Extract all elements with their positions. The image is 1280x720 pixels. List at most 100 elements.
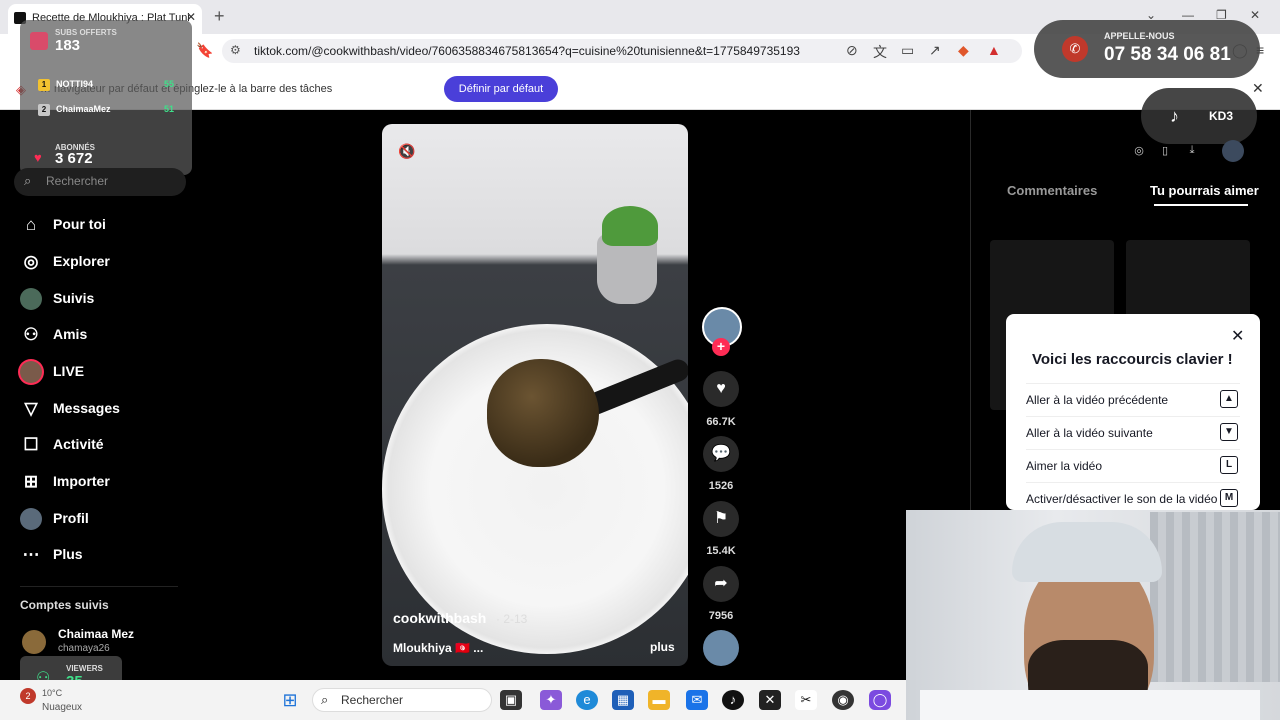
phone-number: 07 58 34 06 81 <box>1104 44 1231 65</box>
nav-label: LIVE <box>53 363 85 379</box>
nav-explorer[interactable]: ◎ Explorer <box>20 249 190 279</box>
capcut-icon[interactable]: ✕ <box>759 690 781 710</box>
bookmark-icon[interactable]: 🔖 <box>196 42 213 59</box>
taskbar-search-placeholder: Rechercher <box>341 693 404 707</box>
nav-label: Explorer <box>53 253 110 269</box>
phone-icon: ✆ <box>1062 36 1088 62</box>
window-close-icon[interactable]: ✕ <box>1250 8 1260 22</box>
following-handle: chamaya26 <box>58 643 110 654</box>
following-title: Comptes suivis <box>20 598 109 612</box>
store-icon[interactable]: ▦ <box>612 690 634 710</box>
live-icon <box>20 361 42 383</box>
nav-plus[interactable]: ⋯ Plus <box>20 542 190 572</box>
video-plant <box>602 206 658 246</box>
download-icon[interactable]: ⤓ <box>1182 144 1202 160</box>
editor-icon[interactable]: ✂ <box>795 690 817 710</box>
webcam-background-window <box>1150 512 1280 682</box>
webcam-person-shirt <box>920 690 1260 720</box>
subs-label: SUBS OFFERTS <box>55 28 117 37</box>
shortcut-row: Aller à la vidéo suivante ▼ <box>1026 416 1240 448</box>
share-icon[interactable]: ↗ <box>929 42 941 59</box>
tab-suggested[interactable]: Tu pourrais aimer <box>1150 183 1259 198</box>
more-link[interactable]: plus <box>650 640 675 654</box>
mute-icon[interactable]: 🔇 <box>398 143 415 160</box>
avatar[interactable] <box>1222 140 1244 162</box>
outlook-icon[interactable]: ✉ <box>686 690 708 710</box>
nav-label: Suivis <box>53 290 95 306</box>
nav-activite[interactable]: ☐ Activité <box>20 432 190 462</box>
tab-comments[interactable]: Commentaires <box>1007 183 1097 198</box>
shortcut-label: Aller à la vidéo précédente <box>1026 393 1169 407</box>
video-date: · 2-13 <box>496 612 528 626</box>
close-icon[interactable]: ✕ <box>1231 326 1244 346</box>
compass-icon: ◎ <box>23 252 39 271</box>
following-name[interactable]: Chaimaa Mez <box>58 627 134 641</box>
upload-icon: ⊞ <box>23 472 39 491</box>
webcam-person-cap <box>1012 522 1162 582</box>
avatar[interactable] <box>22 630 46 654</box>
folder-icon[interactable]: ▬ <box>648 690 670 710</box>
edge-icon[interactable]: e <box>576 690 598 710</box>
cast-icon[interactable]: ▭ <box>901 42 914 59</box>
bookmark-save-icon[interactable]: ⚑ <box>703 501 739 537</box>
device-icon[interactable]: ▯ <box>1155 144 1175 160</box>
translate-icon[interactable]: 文 <box>873 42 887 62</box>
comment-icon[interactable]: 💬 <box>703 436 739 472</box>
shortcut-label: Aimer la vidéo <box>1026 459 1103 473</box>
video-player[interactable] <box>382 124 688 666</box>
like-count: 66.7K <box>706 416 736 428</box>
comment-count: 1526 <box>708 480 734 492</box>
reader-icon[interactable]: ⊘ <box>846 42 858 59</box>
video-caption: Mloukhiya 🇹🇳 ... <box>393 641 484 655</box>
site-info-icon[interactable]: ⚙ <box>230 43 241 57</box>
rank-badge: 2 <box>38 104 50 116</box>
nav-amis[interactable]: ⚇ Amis <box>20 322 190 352</box>
shortcut-row: Aimer la vidéo L <box>1026 449 1240 481</box>
obs-icon[interactable]: ◉ <box>832 690 854 710</box>
windows-start-icon[interactable]: ⊞ <box>279 690 301 710</box>
infobar-close-icon[interactable]: ✕ <box>1252 80 1264 97</box>
brave-shield-icon[interactable]: ◆ <box>958 42 969 59</box>
video-author[interactable]: cookwithbash <box>393 610 486 626</box>
nav-messages[interactable]: ▽ Messages <box>20 396 190 426</box>
tiktok-app-icon[interactable]: ♪ <box>722 690 744 710</box>
music-disc-icon[interactable] <box>703 630 739 666</box>
task-view-icon[interactable]: ▣ <box>500 690 522 710</box>
leaderboard-name: ChaimaaMez <box>56 104 111 114</box>
tiktok-logo-icon: ♪ <box>1170 106 1179 126</box>
nav-live[interactable]: LIVE <box>20 359 190 389</box>
rewards-icon[interactable]: ▲ <box>987 42 1001 58</box>
arrow-up-key-icon: ▲ <box>1220 390 1238 408</box>
nav-label: Activité <box>53 436 104 452</box>
friends-icon: ⚇ <box>23 325 39 344</box>
save-count: 15.4K <box>706 545 736 557</box>
phone-label: APPELLE-NOUS <box>1104 31 1175 41</box>
subs-count: 183 <box>55 37 81 54</box>
activity-icon: ☐ <box>23 435 39 454</box>
new-tab-icon[interactable]: + <box>214 6 225 27</box>
kd3-label: KD3 <box>1209 109 1234 123</box>
abonnes-count: 3 672 <box>55 150 93 167</box>
kd3-overlay <box>1141 88 1257 144</box>
key-m-icon: M <box>1220 489 1238 507</box>
compass-small-icon[interactable]: ◎ <box>1129 144 1149 160</box>
nav-importer[interactable]: ⊞ Importer <box>20 469 190 499</box>
shortcut-row: Aller à la vidéo précédente ▲ <box>1026 383 1240 415</box>
weather-icon[interactable]: 2 <box>20 688 36 704</box>
nav-suivis[interactable]: Suivis <box>20 286 190 316</box>
app-icon[interactable]: ◯ <box>869 690 891 710</box>
share-arrow-icon[interactable]: ➦ <box>703 566 739 602</box>
nav-label: Profil <box>53 510 89 526</box>
nav-profil[interactable]: Profil <box>20 506 190 536</box>
search-placeholder: Rechercher <box>46 174 109 188</box>
share-count: 7956 <box>708 610 734 622</box>
active-tab-underline <box>1154 204 1248 206</box>
viewers-label: VIEWERS <box>66 664 103 673</box>
follow-plus-icon[interactable]: + <box>712 338 730 356</box>
set-default-button[interactable]: Définir par défaut <box>444 76 558 102</box>
like-icon[interactable]: ♥ <box>703 371 739 407</box>
nav-pour-toi[interactable]: ⌂ Pour toi <box>20 212 190 242</box>
copilot-icon[interactable]: ✦ <box>540 690 562 710</box>
search-input[interactable]: ⌕ Rechercher <box>14 168 186 196</box>
leaderboard-row: 1 NOTTI94 55 <box>38 79 188 91</box>
